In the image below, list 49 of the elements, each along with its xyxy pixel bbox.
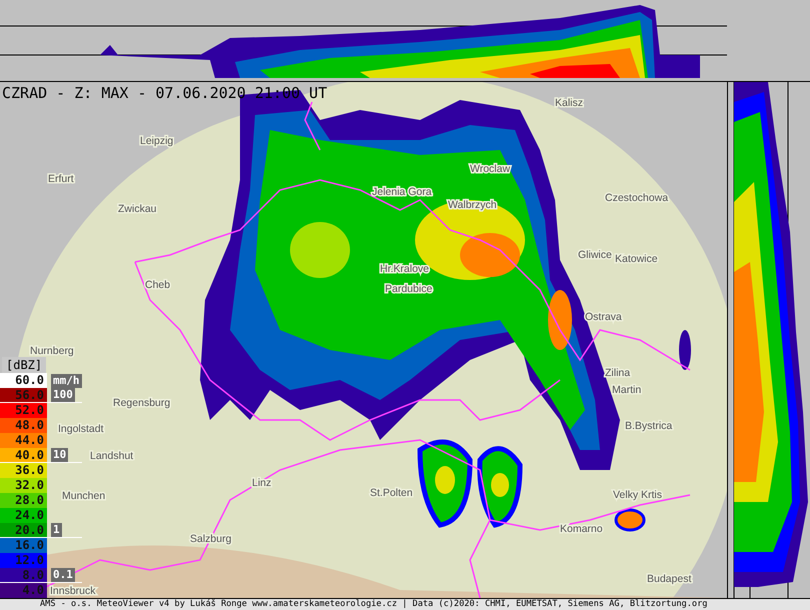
- legend-entry: 52.0: [0, 403, 47, 418]
- legend-entry: 24.0: [0, 508, 47, 523]
- city-label: Leipzig: [140, 135, 174, 147]
- city-label: Jelenia Gora: [372, 186, 432, 198]
- legend-entry: 40.0: [0, 448, 47, 462]
- city-label: Pardubice: [385, 283, 432, 295]
- city-label: St.Polten: [370, 487, 413, 499]
- city-label: Nurnberg: [30, 345, 74, 357]
- city-label: Zilina: [605, 367, 630, 379]
- legend-entry: 16.0: [0, 538, 47, 553]
- legend-entry: 36.0: [0, 463, 47, 478]
- legend-entry: 4.0: [0, 583, 47, 598]
- city-label: Ingolstadt: [58, 423, 104, 435]
- legend-entry: 20.0: [0, 523, 47, 537]
- legend-entry: 12.0: [0, 553, 47, 568]
- legend-entry: 32.0: [0, 478, 47, 493]
- rate-label: 100: [51, 388, 75, 402]
- legend-entry: 44.0: [0, 433, 47, 448]
- city-label: Erfurt: [48, 173, 74, 185]
- city-label: Velky Krtis: [613, 489, 662, 501]
- rate-unit: mm/h: [51, 374, 82, 388]
- legend-unit: [dBZ]: [2, 357, 46, 373]
- city-label: Budapest: [647, 573, 692, 585]
- rate-label: 1: [51, 523, 62, 537]
- city-label: Ostrava: [585, 311, 622, 323]
- city-label: Regensburg: [113, 397, 170, 409]
- city-label: Kalisz: [555, 97, 584, 109]
- city-label: Katowice: [615, 253, 658, 265]
- footer-credits: AMS - o.s. MeteoViewer v4 by Lukáš Ronge www.amaterskameteorologie.cz | Data (c)2020: CHMI, EUMETSAT, Siemens AG, Blitzortung.org: [0, 598, 810, 610]
- city-label: Gliwice: [578, 249, 612, 261]
- city-label: Innsbruck: [50, 585, 96, 597]
- legend-entry: 48.0: [0, 418, 47, 433]
- city-label: Munchen: [62, 490, 106, 502]
- city-label: Czestochowa: [605, 192, 668, 204]
- legend-entry: 60.0: [0, 373, 47, 388]
- city-label: Landshut: [90, 450, 134, 462]
- city-label: B.Bystrica: [625, 420, 672, 432]
- legend-entry: 28.0: [0, 493, 47, 508]
- city-label: Cheb: [145, 279, 170, 291]
- city-label: Wroclaw: [470, 163, 510, 175]
- city-label: Hr.Kralove: [380, 263, 430, 275]
- legend-entry: 8.0: [0, 568, 47, 582]
- rate-label: 10: [51, 448, 68, 462]
- city-label: Zwickau: [118, 203, 157, 215]
- city-label: Martin: [612, 384, 642, 396]
- city-label: Walbrzych: [448, 199, 497, 211]
- city-label: Komarno: [560, 523, 603, 535]
- rate-label: 0.1: [51, 568, 75, 582]
- legend-entry: 56.0: [0, 388, 47, 402]
